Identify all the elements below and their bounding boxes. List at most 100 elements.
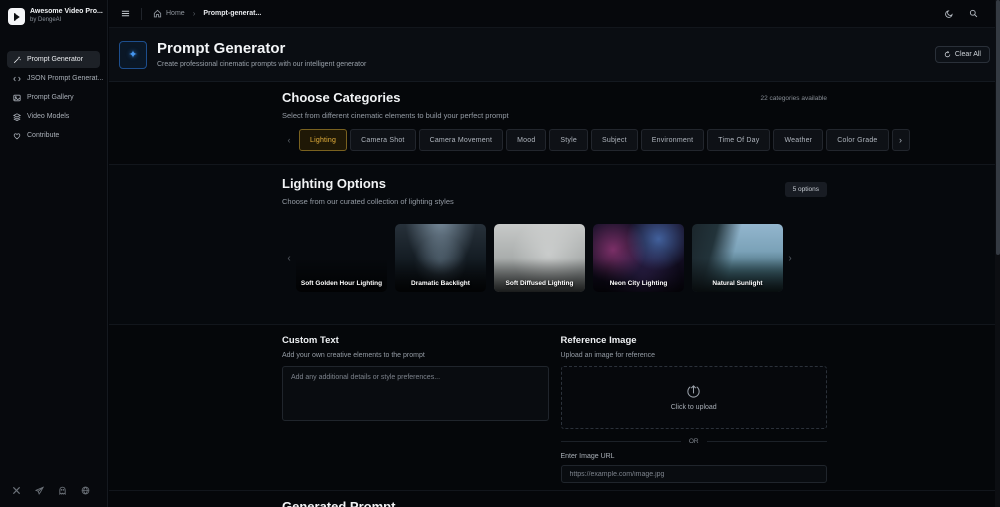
categories-subtitle: Select from different cinematic elements… [282, 111, 509, 120]
options-carousel: ‹ Soft Golden Hour Lighting Dramatic Bac… [282, 224, 827, 292]
category-chip-time-of-day[interactable]: Time Of Day [707, 129, 771, 151]
upload-label: Click to upload [670, 404, 717, 411]
divider-line [560, 441, 681, 442]
page-subtitle: Create professional cinematic prompts wi… [157, 60, 367, 68]
sidebar-item-prompt-gallery[interactable]: Prompt Gallery [7, 89, 100, 106]
card-label: Neon City Lighting [609, 280, 668, 287]
option-card-soft-golden-hour[interactable]: Soft Golden Hour Lighting [296, 224, 387, 292]
main-area: Home › Prompt-generat... ✦ Prompt Genera… [109, 0, 1000, 507]
generated-prompt-title: Generated Prompt [282, 499, 396, 507]
play-icon [13, 12, 20, 21]
clear-all-button[interactable]: Clear All [934, 46, 990, 63]
category-chip-camera-shot[interactable]: Camera Shot [350, 129, 416, 151]
options-title: Lighting Options [282, 176, 386, 191]
sidebar-item-prompt-generator[interactable]: Prompt Generator [7, 51, 100, 68]
upload-icon [687, 385, 700, 398]
custom-text-input[interactable] [282, 366, 549, 421]
app-window: Awesome Video Pro... by DengeAI Prompt G… [0, 0, 1000, 507]
generated-prompt-section: Generated Prompt [109, 491, 1000, 507]
card-label: Soft Diffused Lighting [505, 280, 574, 287]
code-icon [13, 76, 21, 81]
option-card-soft-diffused[interactable]: Soft Diffused Lighting [494, 224, 585, 292]
options-count-badge: 5 options [784, 182, 827, 197]
scrollbar-thumb[interactable] [995, 0, 1000, 255]
topbar-divider [141, 7, 142, 20]
page-title: Prompt Generator [157, 40, 286, 58]
choose-categories-section: Choose Categories 22 categories availabl… [109, 82, 1000, 165]
category-chip-mood[interactable]: Mood [506, 129, 547, 151]
sidebar-item-label: Prompt Generator [27, 56, 84, 63]
custom-text-subtitle: Add your own creative elements to the pr… [282, 352, 425, 359]
search-icon[interactable] [969, 9, 978, 18]
sidebar-item-video-models[interactable]: Video Models [7, 108, 100, 125]
app-logo-row[interactable]: Awesome Video Pro... by DengeAI [0, 0, 107, 31]
x-icon[interactable] [12, 486, 21, 495]
sidebar-nav: Prompt Generator JSON Prompt Generat... … [0, 51, 107, 144]
sidebar-item-contribute[interactable]: Contribute [7, 127, 100, 144]
category-chip-row: ‹ Lighting Camera Shot Camera Movement M… [282, 129, 910, 151]
layers-icon [13, 112, 21, 121]
category-chip-camera-movement[interactable]: Camera Movement [418, 129, 504, 151]
option-card-natural-sunlight[interactable]: Natural Sunlight [692, 224, 783, 292]
reference-image-title: Reference Image [560, 335, 637, 346]
sidebar-item-label: JSON Prompt Generat... [27, 75, 104, 82]
options-subtitle: Choose from our curated collection of li… [282, 197, 454, 206]
sidebar-social-links [12, 486, 90, 495]
app-title: Awesome Video Pro... [30, 8, 103, 16]
sparkles-icon: ✦ [128, 49, 138, 61]
or-label: OR [688, 438, 699, 445]
menu-icon[interactable] [121, 9, 130, 18]
telegram-icon[interactable] [35, 486, 44, 495]
breadcrumb-current: Prompt-generat... [203, 10, 262, 17]
clear-all-label: Clear All [954, 51, 981, 58]
home-icon [153, 9, 162, 18]
app-byline: by DengeAI [30, 17, 62, 24]
category-chip-subject[interactable]: Subject [590, 129, 638, 151]
moon-icon[interactable] [945, 9, 954, 18]
card-label: Dramatic Backlight [411, 280, 470, 287]
option-cards: Soft Golden Hour Lighting Dramatic Backl… [296, 224, 783, 292]
page-icon-box: ✦ [119, 40, 147, 69]
category-chip-lighting[interactable]: Lighting [299, 129, 348, 151]
topbar: Home › Prompt-generat... [109, 0, 1000, 28]
categories-title: Choose Categories [282, 90, 401, 105]
page-scrollbar[interactable] [995, 0, 1000, 507]
globe-icon[interactable] [81, 486, 90, 495]
carousel-left-button[interactable]: ‹ [282, 253, 296, 264]
inputs-section: Custom Text Add your own creative elemen… [109, 325, 1000, 491]
option-card-dramatic-backlight[interactable]: Dramatic Backlight [395, 224, 486, 292]
app-logo-icon [8, 8, 25, 25]
heart-icon [13, 132, 21, 139]
gallery-icon [13, 94, 21, 101]
sidebar-item-label: Contribute [27, 132, 60, 139]
upload-dropzone[interactable]: Click to upload [560, 366, 827, 429]
breadcrumb-home-label: Home [166, 10, 185, 17]
divider-line [706, 441, 827, 442]
sidebar-item-json-prompt-generator[interactable]: JSON Prompt Generat... [7, 70, 104, 87]
image-url-label: Enter Image URL [560, 453, 615, 460]
chips-scroll-left-button[interactable]: ‹ [282, 129, 296, 151]
topbar-actions [945, 9, 988, 18]
image-url-input[interactable] [560, 465, 827, 483]
card-label: Natural Sunlight [712, 280, 763, 287]
category-chip-environment[interactable]: Environment [640, 129, 705, 151]
category-chip-style[interactable]: Style [549, 129, 588, 151]
breadcrumb-home[interactable]: Home [153, 9, 185, 18]
category-chip-weather[interactable]: Weather [773, 129, 824, 151]
page-header: ✦ Prompt Generator Create professional c… [109, 28, 1000, 82]
option-card-neon-city[interactable]: Neon City Lighting [593, 224, 684, 292]
ghost-icon[interactable] [58, 486, 67, 495]
category-chip-color-grade[interactable]: Color Grade [826, 129, 889, 151]
lighting-options-section: Lighting Options 5 options Choose from o… [109, 165, 1000, 325]
custom-text-title: Custom Text [282, 335, 339, 346]
or-divider: OR [560, 438, 827, 445]
sidebar-item-label: Video Models [27, 113, 70, 120]
refresh-icon [944, 51, 951, 58]
chips-scroll-right-button[interactable]: › [891, 129, 910, 151]
wand-icon [13, 56, 21, 63]
carousel-right-button[interactable]: › [783, 253, 797, 264]
sidebar: Awesome Video Pro... by DengeAI Prompt G… [0, 0, 108, 507]
custom-text-column: Custom Text Add your own creative elemen… [282, 335, 549, 483]
reference-image-column: Reference Image Upload an image for refe… [560, 335, 827, 483]
categories-available-count: 22 categories available [760, 95, 828, 102]
